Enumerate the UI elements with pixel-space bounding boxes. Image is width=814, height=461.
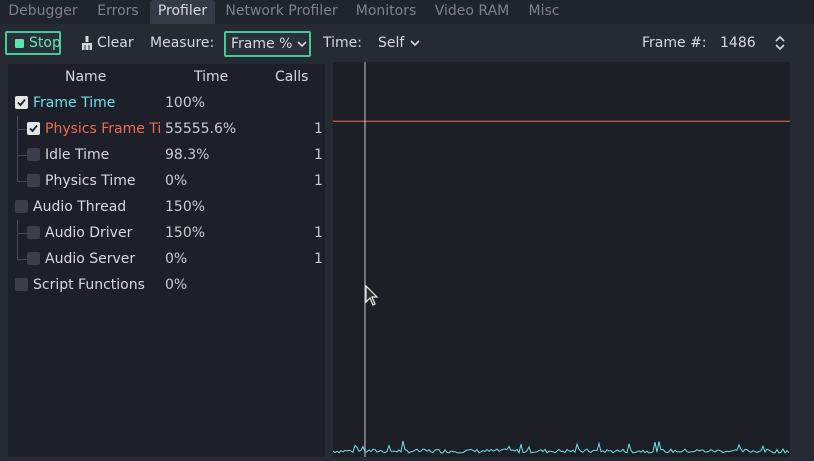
measure-label: Measure: [150, 35, 215, 51]
row-name: Physics Time [45, 173, 136, 189]
tab-bar: Debugger Errors Profiler Network Profile… [0, 0, 814, 24]
frame-number-label: Frame #: [642, 35, 707, 51]
tree-row[interactable]: Physics Time 0% 1 [8, 168, 325, 194]
row-checkbox[interactable] [27, 122, 40, 135]
row-name: Idle Time [45, 147, 110, 163]
broom-icon [82, 36, 92, 50]
row-name: Audio Server [45, 251, 136, 267]
spin-arrows-icon[interactable] [775, 36, 785, 50]
row-calls: 1 [314, 225, 323, 241]
tree-row[interactable]: Audio Server 0% 1 [8, 246, 325, 272]
frame-number-value: 1486 [720, 35, 756, 51]
measure-select[interactable]: Frame % [224, 31, 311, 57]
column-header-calls[interactable]: Calls [275, 64, 308, 90]
tab-network-profiler[interactable]: Network Profiler [219, 0, 344, 24]
checkmark-icon [17, 98, 26, 107]
row-time: 150% [165, 225, 206, 241]
row-checkbox[interactable] [27, 174, 40, 187]
row-name: Script Functions [33, 277, 145, 293]
row-checkbox[interactable] [15, 200, 28, 213]
tree-row[interactable]: Script Functions 0% [8, 272, 325, 298]
tab-errors[interactable]: Errors [88, 0, 148, 24]
tree-scrollbar[interactable] [325, 64, 331, 457]
profiler-graph[interactable] [332, 62, 790, 457]
row-time: 150% [165, 199, 206, 215]
frame-number-spinbox[interactable]: 1486 [712, 31, 792, 55]
tree-row[interactable]: Audio Driver 150% 1 [8, 220, 325, 246]
row-checkbox[interactable] [27, 226, 40, 239]
tree-row[interactable]: Frame Time 100% [8, 90, 325, 116]
chevron-down-icon [297, 41, 307, 48]
measure-select-value: Frame % [231, 36, 293, 52]
row-checkbox[interactable] [27, 148, 40, 161]
row-checkbox[interactable] [15, 96, 28, 109]
row-checkbox[interactable] [27, 252, 40, 265]
tree-row[interactable]: Physics Frame Time55555.6% 1 [8, 116, 325, 142]
time-select[interactable]: Self [372, 31, 424, 55]
row-time: 0% [165, 173, 188, 189]
row-name: Audio Driver [45, 225, 133, 241]
tab-misc[interactable]: Misc [521, 0, 567, 24]
row-calls: 1 [314, 173, 323, 189]
row-time: 55555.6% [165, 121, 237, 137]
tab-profiler[interactable]: Profiler [150, 0, 215, 24]
clear-button-label: Clear [97, 35, 134, 51]
stop-button-label: Stop [29, 35, 61, 51]
row-time: 100% [165, 95, 206, 111]
time-label: Time: [323, 35, 362, 51]
row-calls: 1 [314, 147, 323, 163]
time-select-value: Self [378, 35, 405, 51]
chevron-down-icon [410, 40, 420, 47]
row-name: Audio Thread [33, 199, 127, 215]
graph-canvas[interactable] [332, 62, 790, 457]
row-time: 98.3% [165, 147, 210, 163]
row-checkbox[interactable] [15, 278, 28, 291]
tree-header: Name Time Calls [8, 64, 325, 90]
checkmark-icon [29, 124, 38, 133]
series-line-frame-time [332, 440, 790, 455]
tab-monitors[interactable]: Monitors [349, 0, 423, 24]
clear-button[interactable]: Clear [76, 31, 138, 55]
profiler-toolbar: Stop Clear Measure: Frame % Time: Self F… [0, 26, 814, 62]
row-name: Frame Time [33, 95, 116, 111]
column-header-time[interactable]: Time [194, 64, 228, 90]
row-time: 0% [165, 251, 188, 267]
tab-video-ram[interactable]: Video RAM [428, 0, 516, 24]
tree-row[interactable]: Audio Thread 150% [8, 194, 325, 220]
column-header-name[interactable]: Name [65, 64, 106, 90]
tree-row[interactable]: Idle Time 98.3% 1 [8, 142, 325, 168]
row-time: 0% [165, 277, 188, 293]
row-calls: 1 [314, 121, 323, 137]
function-tree: Name Time Calls Frame Time 100% Physics Fr… [8, 64, 325, 457]
mouse-cursor-icon [365, 285, 379, 306]
tab-debugger[interactable]: Debugger [0, 0, 86, 24]
stop-icon [15, 39, 24, 48]
stop-button[interactable]: Stop [5, 31, 61, 55]
row-name: Physics Frame Time [45, 121, 161, 137]
row-calls: 1 [314, 251, 323, 267]
